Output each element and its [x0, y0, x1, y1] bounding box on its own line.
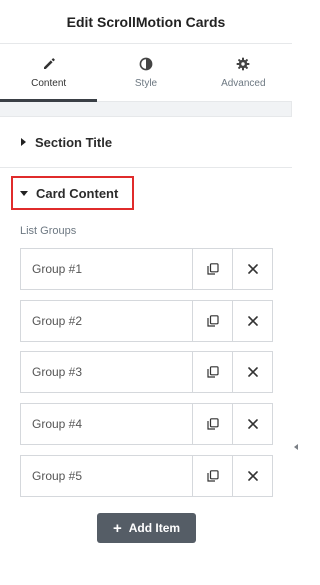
- tab-style-label: Style: [134, 77, 158, 89]
- plus-icon: +: [112, 519, 122, 537]
- duplicate-icon: [206, 470, 219, 482]
- list-groups-label: List Groups: [20, 225, 77, 237]
- tab-bar: Content Style Advanced: [0, 44, 292, 102]
- group-title[interactable]: Group #4: [21, 404, 192, 444]
- pencil-icon: [42, 57, 56, 71]
- duplicate-icon: [206, 315, 219, 327]
- remove-button[interactable]: [232, 249, 272, 289]
- add-item-button[interactable]: + Add Item: [97, 513, 196, 543]
- tab-content-label: Content: [31, 77, 67, 89]
- group-title[interactable]: Group #2: [21, 301, 192, 341]
- add-item-label: Add Item: [128, 521, 181, 535]
- gear-icon: [236, 57, 250, 71]
- card-content-label: Card Content: [36, 185, 119, 201]
- duplicate-icon: [206, 263, 219, 275]
- duplicate-button[interactable]: [192, 404, 232, 444]
- group-title[interactable]: Group #1: [21, 249, 192, 289]
- panel-title: Edit ScrollMotion Cards: [66, 13, 226, 30]
- tab-advanced[interactable]: Advanced: [195, 44, 292, 101]
- list-group-item: Group #1: [20, 248, 273, 290]
- card-content-section: Card Content List Groups Group #1 Group …: [0, 168, 292, 585]
- remove-button[interactable]: [232, 301, 272, 341]
- caret-down-icon: [20, 190, 28, 196]
- contrast-icon: [139, 57, 153, 71]
- panel-collapse-handle[interactable]: [294, 444, 298, 450]
- panel-header: Edit ScrollMotion Cards: [0, 0, 292, 44]
- list-group-item: Group #2: [20, 300, 273, 342]
- tab-content[interactable]: Content: [0, 44, 98, 102]
- group-title[interactable]: Group #5: [21, 456, 192, 496]
- remove-button[interactable]: [232, 404, 272, 444]
- duplicate-button[interactable]: [192, 456, 232, 496]
- close-icon: [247, 315, 259, 327]
- remove-button[interactable]: [232, 456, 272, 496]
- duplicate-button[interactable]: [192, 301, 232, 341]
- section-title-label: Section Title: [35, 134, 113, 150]
- duplicate-icon: [206, 366, 219, 378]
- tab-advanced-label: Advanced: [221, 77, 266, 89]
- caret-right-icon: [21, 138, 26, 146]
- duplicate-icon: [206, 418, 219, 430]
- list-group-item: Group #3: [20, 351, 273, 393]
- close-icon: [247, 470, 259, 482]
- section-title-toggle[interactable]: Section Title: [0, 116, 292, 168]
- tab-style[interactable]: Style: [97, 44, 194, 101]
- editor-panel: Edit ScrollMotion Cards Content Style Ad…: [0, 0, 292, 585]
- close-icon: [247, 366, 259, 378]
- duplicate-button[interactable]: [192, 249, 232, 289]
- duplicate-button[interactable]: [192, 352, 232, 392]
- group-title[interactable]: Group #3: [21, 352, 192, 392]
- list-group-item: Group #4: [20, 403, 273, 445]
- remove-button[interactable]: [232, 352, 272, 392]
- close-icon: [247, 418, 259, 430]
- close-icon: [247, 263, 259, 275]
- card-content-toggle[interactable]: Card Content: [11, 176, 134, 210]
- list-group-item: Group #5: [20, 455, 273, 497]
